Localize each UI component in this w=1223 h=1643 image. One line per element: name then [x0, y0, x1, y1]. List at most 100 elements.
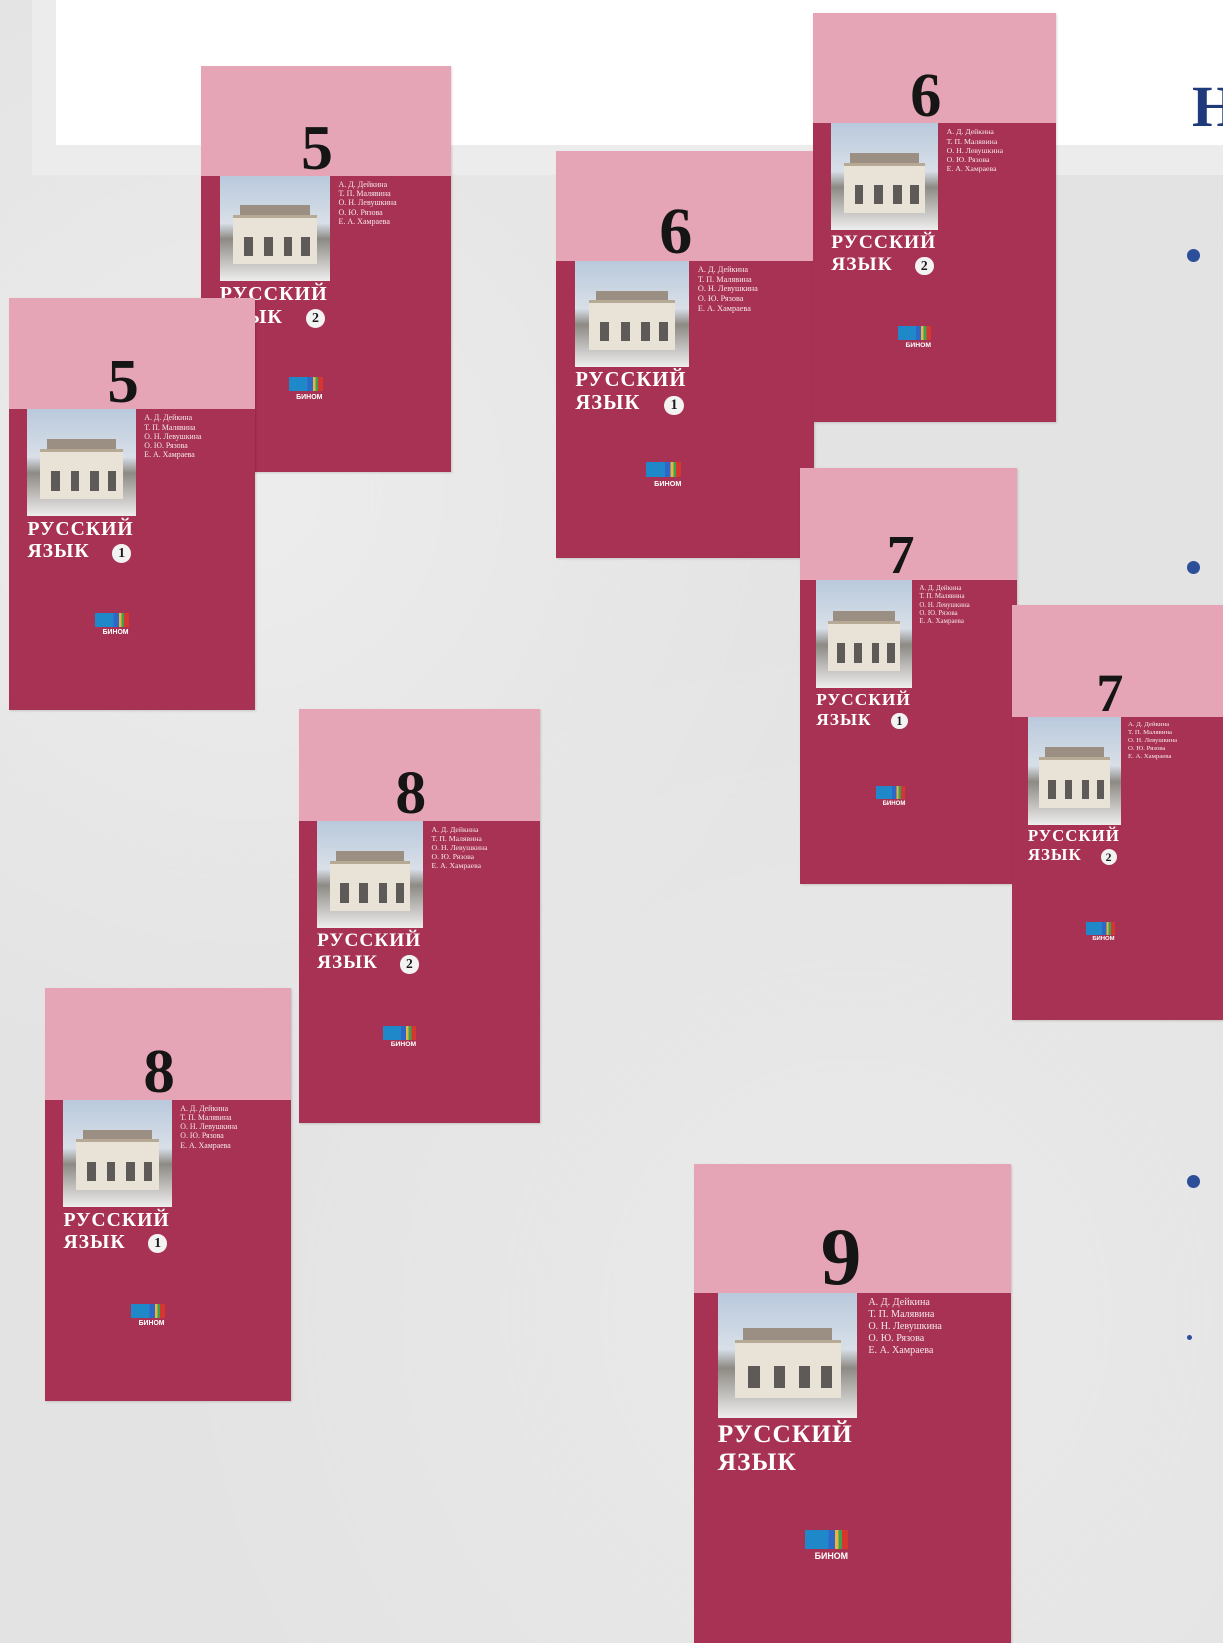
author-list: А. Д. Дейкина Т. П. Малявина О. Н. Левушки… [180, 1104, 237, 1150]
book-title-line-1: РУССКИЙ [1027, 825, 1120, 845]
author-name: А. Д. Дейкина [144, 413, 193, 423]
publisher-name: БИНОМ [390, 1041, 417, 1049]
publisher-logo-mark [875, 786, 906, 799]
building-photo [317, 820, 424, 929]
author-name: А. Д. Дейкина [919, 584, 962, 593]
author-name: О. Н. Левушкина [1128, 736, 1178, 744]
part-number-badge: 2 [1100, 848, 1117, 865]
author-name: О. Ю. Рязова [1128, 744, 1166, 752]
author-name: Е. А. Хамраева [144, 450, 195, 460]
author-name: О. Н. Левушкина [144, 431, 202, 441]
author-name: А. Д. Дейкина [697, 264, 749, 274]
author-name: Т. П. Малявина [919, 592, 965, 601]
publisher-name: БИНОМ [138, 1320, 165, 1328]
author-name: А. Д. Дейкина [868, 1297, 930, 1309]
grade-number: 7 [886, 524, 915, 587]
building-photo [816, 580, 912, 689]
publisher-logo-mark [95, 613, 129, 628]
part-number-badge: 1 [664, 395, 684, 416]
publisher-name: БИНОМ [296, 393, 323, 401]
book-title-line-1: РУССКИЙ [717, 1419, 853, 1448]
part-number-badge: 2 [915, 256, 934, 276]
author-name: Т. П. Малявина [697, 274, 752, 284]
author-name: О. Ю. Рязова [144, 441, 188, 451]
author-name: О. Н. Левушкина [697, 284, 758, 294]
textbook-cover-grade-6-2: 6 А. Д. Дейкина Т. П. Малявина О. Н. Левушк… [813, 13, 1056, 422]
author-name: Т. П. Малявина [144, 422, 196, 432]
textbook-cover-grade-6-1: 6 А. Д. Дейкина Т. П. Малявина О. Н. Левушк… [556, 151, 814, 558]
author-name: А. Д. Дейкина [946, 127, 994, 137]
author-name: Е. А. Хамраева [1128, 752, 1172, 760]
author-name: Т. П. Малявина [431, 833, 482, 843]
bullet-3 [1187, 1175, 1200, 1188]
author-list: А. Д. Дейкина Т. П. Малявина О. Н. Левушки… [868, 1297, 942, 1357]
author-name: Т. П. Малявина [180, 1112, 232, 1122]
publisher-logo-mark [288, 376, 323, 391]
grade-number: 5 [301, 111, 333, 183]
author-name: Е. А. Хамраева [338, 217, 390, 227]
author-name: Е. А. Хамраева [919, 617, 964, 625]
bullet-4 [1187, 1335, 1192, 1340]
bullet-2 [1187, 561, 1200, 574]
author-name: О. Н. Левушкина [868, 1321, 942, 1333]
part-number-badge: 1 [148, 1234, 167, 1254]
author-list: А. Д. Дейкина Т. П. Малявина О. Н. Левушки… [339, 180, 397, 227]
part-number-badge: 1 [891, 712, 908, 730]
publisher-logo-mark [383, 1025, 417, 1040]
publisher-name: БИНОМ [102, 629, 129, 637]
author-name: О. Н. Левушкина [180, 1122, 238, 1132]
author-name: Е. А. Хамраева [946, 164, 997, 174]
book-title: РУССКИЙЯЗЫК [718, 1420, 853, 1477]
author-name: Т. П. Малявина [868, 1309, 935, 1321]
publisher-logo-mark [898, 325, 932, 340]
publisher-logo-mark [131, 1303, 165, 1319]
publisher-logo: БИНОМ [95, 613, 129, 643]
author-name: Е. А. Хамраева [697, 303, 751, 313]
author-name: О. Ю. Рязова [946, 154, 990, 164]
part-number-badge: 2 [400, 955, 419, 974]
bullet-1 [1187, 249, 1200, 262]
author-name: Е. А. Хамраева [431, 861, 482, 871]
publisher-name: БИНОМ [905, 341, 932, 349]
author-name: А. Д. Дейкина [1128, 721, 1170, 729]
textbook-cover-grade-7-1: 7 А. Д. Дейкина Т. П. Малявина О. Н. Левушк… [800, 468, 1017, 884]
author-name: О. Ю. Рязова [868, 1333, 925, 1345]
book-title-line-2: ЯЗЫК [717, 1448, 797, 1477]
publisher-logo: БИНОМ [383, 1025, 417, 1055]
building-photo [63, 1099, 172, 1207]
author-list: А. Д. Дейкина Т. П. Малявина О. Н. Левушки… [919, 584, 969, 625]
slide-title: Н [1192, 74, 1223, 139]
publisher-name: БИНОМ [654, 479, 682, 489]
building-photo [717, 1293, 858, 1418]
author-name: Т. П. Малявина [1128, 729, 1173, 736]
author-name: О. Ю. Рязова [338, 207, 383, 217]
author-name: О. Н. Левушкина [431, 842, 488, 852]
author-name: О. Ю. Рязова [180, 1131, 224, 1141]
author-name: О. Ю. Рязова [697, 294, 744, 304]
author-list: А. Д. Дейкина Т. П. Малявина О. Н. Левушки… [698, 265, 758, 314]
publisher-logo: БИНОМ [804, 1530, 849, 1568]
book-title-line-1: РУССКИЙ [575, 368, 687, 391]
grade-number: 8 [395, 758, 427, 827]
publisher-logo: БИНОМ [131, 1303, 165, 1334]
author-list: А. Д. Дейкина Т. П. Малявина О. Н. Левушки… [144, 413, 201, 459]
textbook-cover-grade-7-2: 7 А. Д. Дейкина Т. П. Малявина О. Н. Левушк… [1012, 605, 1223, 1020]
author-name: Т. П. Малявина [946, 136, 998, 146]
publisher-logo: БИНОМ [875, 786, 906, 812]
publisher-logo-mark [804, 1530, 849, 1549]
building-photo [1027, 717, 1121, 825]
building-photo [575, 260, 689, 367]
author-name: Т. П. Малявина [338, 189, 391, 199]
publisher-logo: БИНОМ [646, 462, 682, 493]
author-name: А. Д. Дейкина [431, 824, 479, 834]
book-title-line-1: РУССКИЙ [317, 930, 422, 952]
textbook-cover-grade-8-1: 8 А. Д. Дейкина Т. П. Малявина О. Н. Левушк… [45, 988, 291, 1401]
author-name: А. Д. Дейкина [338, 179, 388, 189]
publisher-name: БИНОМ [814, 1551, 849, 1562]
building-photo [27, 409, 136, 517]
part-number-badge: 1 [112, 543, 131, 563]
textbook-cover-grade-5-1: 5 А. Д. Дейкина Т. П. Малявина О. Н. Левушк… [9, 298, 255, 710]
grade-number: 7 [1096, 663, 1124, 724]
author-name: О. Н. Левушкина [919, 600, 970, 609]
publisher-name: БИНОМ [1092, 936, 1115, 943]
